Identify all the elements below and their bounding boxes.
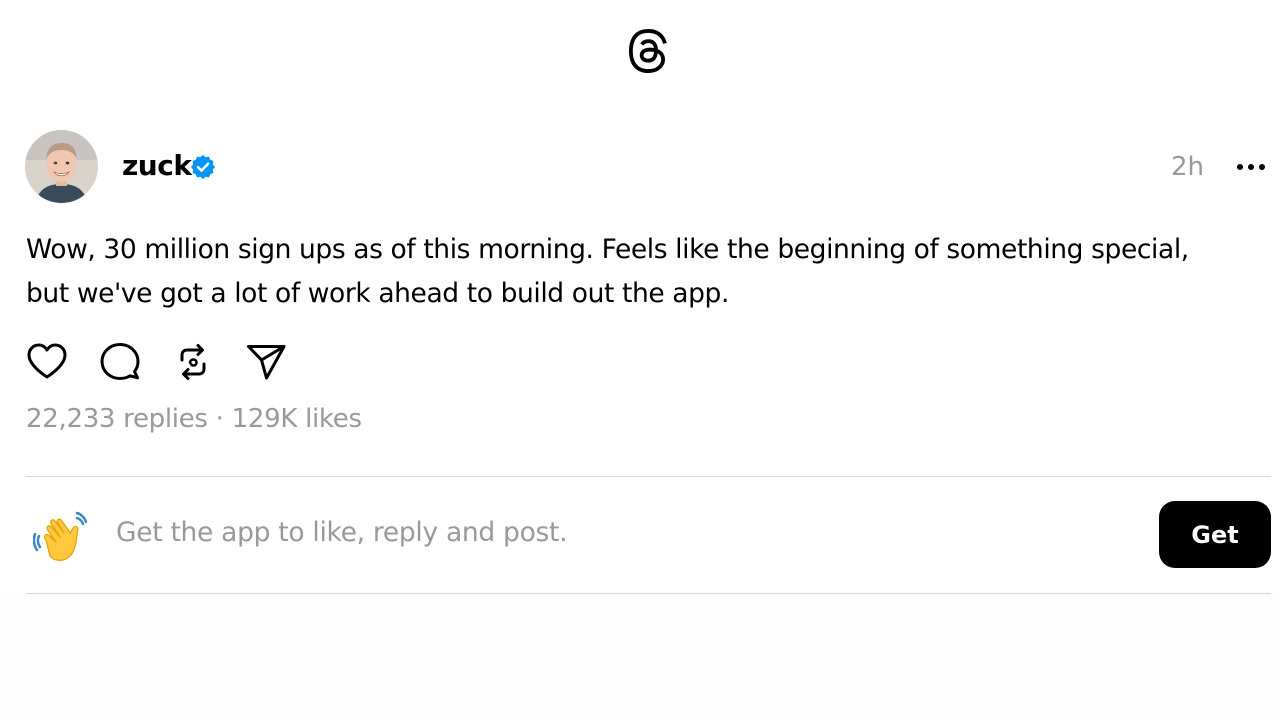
replies-count[interactable]: 22,233 replies <box>26 404 208 434</box>
post-header: zuck 2h <box>25 130 1270 204</box>
avatar[interactable] <box>25 130 98 203</box>
comment-icon <box>100 343 140 380</box>
post-body: Wow, 30 million sign ups as of this morn… <box>26 228 1256 316</box>
threads-post-page: zuck 2h Wow, 30 million sign ups as of t… <box>0 0 1280 720</box>
heart-icon <box>27 343 67 379</box>
reply-button[interactable] <box>97 340 143 384</box>
repost-button[interactable] <box>170 340 216 384</box>
post-text-line: Wow, 30 million sign ups as of this morn… <box>26 234 1189 265</box>
page-bottom-area <box>0 594 1280 720</box>
get-app-button[interactable]: Get <box>1159 501 1271 568</box>
waving-hand-icon <box>33 511 87 561</box>
author-username[interactable]: zuck <box>122 149 192 182</box>
post-text-line: but we've got a lot of work ahead to bui… <box>26 278 729 309</box>
post-stats: 22,233 replies · 129K likes <box>26 404 362 434</box>
share-button[interactable] <box>243 340 289 384</box>
repost-icon <box>180 344 206 380</box>
more-options-icon <box>1237 164 1265 170</box>
divider <box>26 476 1271 477</box>
threads-logo-icon[interactable] <box>624 26 672 76</box>
divider <box>26 593 1271 594</box>
get-app-prompt: Get the app to like, reply and post. <box>116 517 568 548</box>
post-actions <box>24 340 316 384</box>
verified-badge-icon <box>191 155 215 179</box>
send-icon <box>247 345 286 380</box>
likes-count[interactable]: 129K likes <box>232 404 362 434</box>
post-timestamp[interactable]: 2h <box>1171 152 1204 182</box>
like-button[interactable] <box>24 340 70 384</box>
stats-separator: · <box>215 404 224 434</box>
more-options-button[interactable] <box>1232 150 1270 184</box>
